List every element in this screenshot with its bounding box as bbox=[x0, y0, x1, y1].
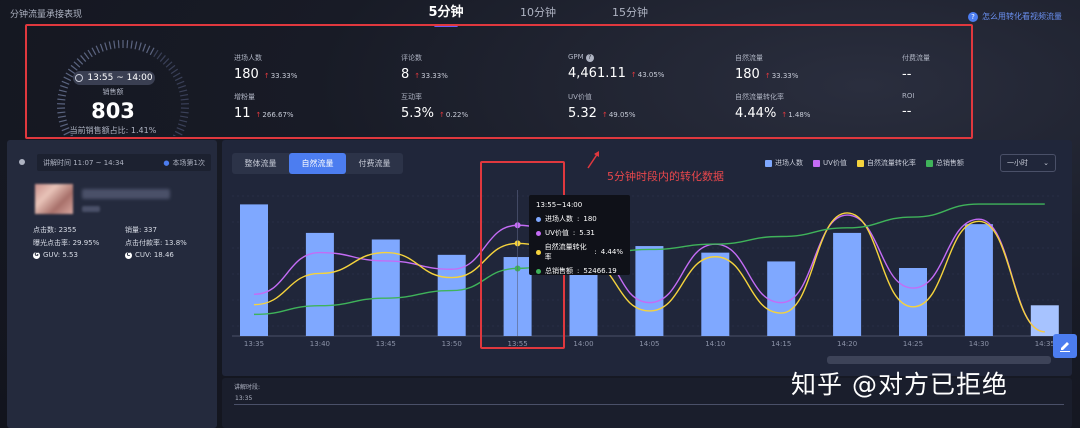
x-tick-label: 14:30 bbox=[969, 340, 989, 348]
tooltip-row: UV价值:5.31 bbox=[536, 228, 623, 238]
watermark: 知乎 @对方已拒绝 bbox=[791, 370, 1008, 399]
x-tick-label: 14:05 bbox=[639, 340, 659, 348]
tooltip-dot bbox=[536, 216, 541, 222]
annotation-arrow-icon bbox=[587, 151, 599, 169]
x-tick-label: 14:35 bbox=[1035, 340, 1055, 348]
bar bbox=[833, 232, 862, 336]
x-tick-label: 13:50 bbox=[442, 340, 462, 348]
tooltip-value: 180 bbox=[583, 215, 597, 223]
timeline-time: 13:35 bbox=[235, 395, 253, 402]
bar bbox=[305, 232, 334, 336]
x-tick-label: 14:00 bbox=[573, 340, 593, 348]
tooltip-dot bbox=[536, 230, 541, 236]
x-tick-label: 14:15 bbox=[771, 340, 791, 348]
bar bbox=[635, 246, 664, 336]
app-root: 分钟流量承接表现 5分钟 10分钟 15分钟 ? 怎么用转化看视频流量 13:5… bbox=[0, 0, 1080, 428]
tooltip-dot bbox=[536, 249, 541, 255]
x-tick-label: 13:35 bbox=[244, 340, 264, 348]
edit-button[interactable] bbox=[1053, 334, 1077, 358]
tooltip-value: 52466.19 bbox=[583, 267, 617, 275]
chart-scrollbar[interactable] bbox=[827, 356, 1051, 364]
pencil-icon bbox=[1060, 342, 1070, 352]
tooltip-value: 5.31 bbox=[579, 229, 595, 237]
bar bbox=[240, 204, 268, 336]
x-tick-label: 14:20 bbox=[837, 340, 857, 348]
annotation-text: 5分钟时段内的转化数据 bbox=[607, 170, 724, 183]
x-tick-label: 14:25 bbox=[903, 340, 923, 348]
tooltip-name: UV价值 bbox=[545, 229, 569, 237]
tooltip-dot bbox=[536, 268, 541, 274]
tooltip-title: 13:55~14:00 bbox=[536, 201, 583, 209]
bar bbox=[767, 261, 796, 336]
timeline-track bbox=[234, 404, 1064, 405]
tooltip-row: 总销售额:52466.19 bbox=[536, 266, 623, 276]
bar bbox=[899, 268, 927, 336]
x-tick-label: 14:10 bbox=[705, 340, 725, 348]
timeline-label: 讲解时段: bbox=[234, 384, 261, 391]
x-tick-label: 13:45 bbox=[376, 340, 396, 348]
chart-tooltip: 13:55~14:00 进场人数:180 UV价值:5.31 自然流量转化率:4… bbox=[529, 195, 630, 275]
tooltip-value: 4.44% bbox=[600, 248, 623, 256]
bar bbox=[964, 224, 993, 336]
x-tick-label: 13:40 bbox=[310, 340, 330, 348]
tooltip-row: 自然流量转化率:4.44% bbox=[536, 242, 623, 262]
tooltip-name: 总销售额 bbox=[545, 267, 573, 275]
tooltip-name: 自然流量转化率 bbox=[544, 243, 587, 261]
tooltip-row: 进场人数:180 bbox=[536, 214, 623, 224]
bar bbox=[701, 252, 730, 336]
tooltip-name: 进场人数 bbox=[545, 215, 573, 223]
